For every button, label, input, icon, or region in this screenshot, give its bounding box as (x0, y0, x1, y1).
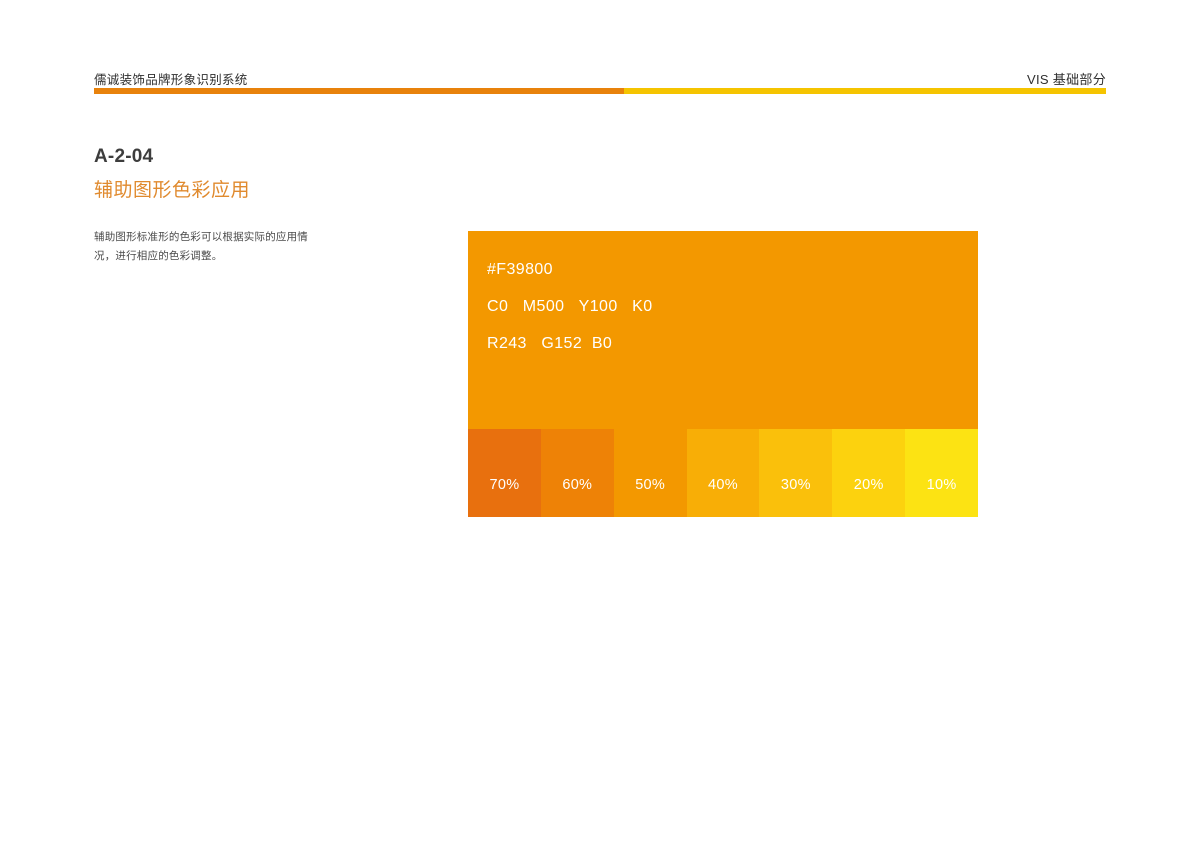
tint-label: 10% (926, 476, 957, 493)
title-block: A-2-04 辅助图形色彩应用 (94, 144, 514, 206)
tint-label: 40% (708, 476, 738, 493)
tint-swatch-60: 60% (540, 429, 614, 517)
header-row: 儒诚装饰品牌形象识别系统 VIS 基础部分 (94, 62, 1106, 88)
page-code: A-2-04 (94, 146, 154, 167)
header-section-label: VIS 基础部分 (1027, 69, 1106, 88)
color-spec-list: #F39800 C0 M500 Y100 K0 R243 G152 B0 (487, 251, 653, 362)
tint-swatch-30: 30% (759, 429, 833, 517)
color-spec-line-0: #F39800 (487, 261, 553, 278)
tint-swatch-10: 10% (905, 429, 979, 517)
header-vis-prefix: VIS (1027, 72, 1049, 87)
tint-swatch-70: 70% (468, 429, 541, 517)
description-text: 辅助图形标准形的色彩可以根据实际的应用情况，进行相应的色彩调整。 (94, 231, 308, 262)
header-rule-segment-orange (94, 88, 624, 94)
tint-label: 60% (562, 476, 593, 493)
tint-swatch-20: 20% (832, 429, 906, 517)
page-header: 儒诚装饰品牌形象识别系统 VIS 基础部分 (94, 62, 1106, 100)
tint-label: 50% (635, 476, 666, 493)
tint-swatch-40: 40% (686, 429, 760, 517)
header-rule (94, 88, 1106, 94)
header-brand-title: 儒诚装饰品牌形象识别系统 (94, 73, 248, 87)
color-panel: #F39800 C0 M500 Y100 K0 R243 G152 B0 70% 60… (468, 231, 979, 517)
color-spec-line-1: C0 M500 Y100 K0 (487, 298, 653, 315)
primary-color-swatch: #F39800 C0 M500 Y100 K0 R243 G152 B0 (468, 231, 978, 429)
header-section-suffix: 基础部分 (1052, 72, 1106, 87)
page-title: 辅助图形色彩应用 (94, 180, 251, 201)
color-spec-line-2: R243 G152 B0 (487, 335, 613, 352)
document-page: 儒诚装饰品牌形象识别系统 VIS 基础部分 A-2-04 辅助图形色彩应用 辅助… (0, 0, 1200, 855)
tint-label: 20% (853, 476, 884, 493)
tint-label: 30% (780, 476, 811, 493)
tint-strip: 70% 60% 50% 40% 30% 20% 10% (468, 429, 979, 517)
header-rule-segment-yellow (624, 88, 1106, 94)
tint-swatch-50: 50% (613, 429, 687, 517)
tint-label: 70% (489, 476, 520, 493)
